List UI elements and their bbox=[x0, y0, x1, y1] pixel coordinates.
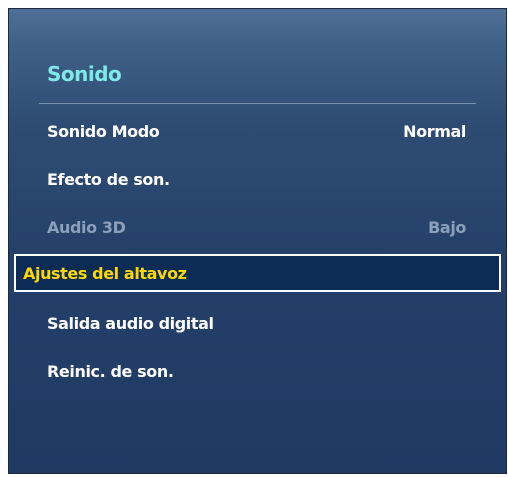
menu-item-label: Sonido Modo bbox=[47, 121, 160, 141]
menu-item-salida-audio-digital[interactable]: Salida audio digital bbox=[39, 304, 476, 342]
menu-item-label: Efecto de son. bbox=[47, 169, 170, 189]
menu-item-value: Normal bbox=[403, 121, 466, 141]
menu-item-efecto-de-son[interactable]: Efecto de son. bbox=[39, 160, 476, 198]
menu-item-label: Salida audio digital bbox=[47, 313, 214, 333]
menu-item-reinic-de-son[interactable]: Reinic. de son. bbox=[39, 352, 476, 390]
title-divider bbox=[39, 103, 476, 104]
menu-item-value: Bajo bbox=[428, 217, 466, 237]
menu-item-label: Audio 3D bbox=[47, 217, 126, 237]
menu-item-audio-3d: Audio 3D Bajo bbox=[39, 208, 476, 246]
menu-item-label: Ajustes del altavoz bbox=[23, 263, 187, 283]
menu-item-ajustes-del-altavoz[interactable]: Ajustes del altavoz bbox=[14, 254, 501, 292]
menu-title: Sonido bbox=[47, 62, 122, 86]
sound-menu-panel: Sonido Sonido Modo Normal Efecto de son.… bbox=[8, 8, 507, 474]
menu-item-sonido-modo[interactable]: Sonido Modo Normal bbox=[39, 112, 476, 150]
menu-item-label: Reinic. de son. bbox=[47, 361, 174, 381]
